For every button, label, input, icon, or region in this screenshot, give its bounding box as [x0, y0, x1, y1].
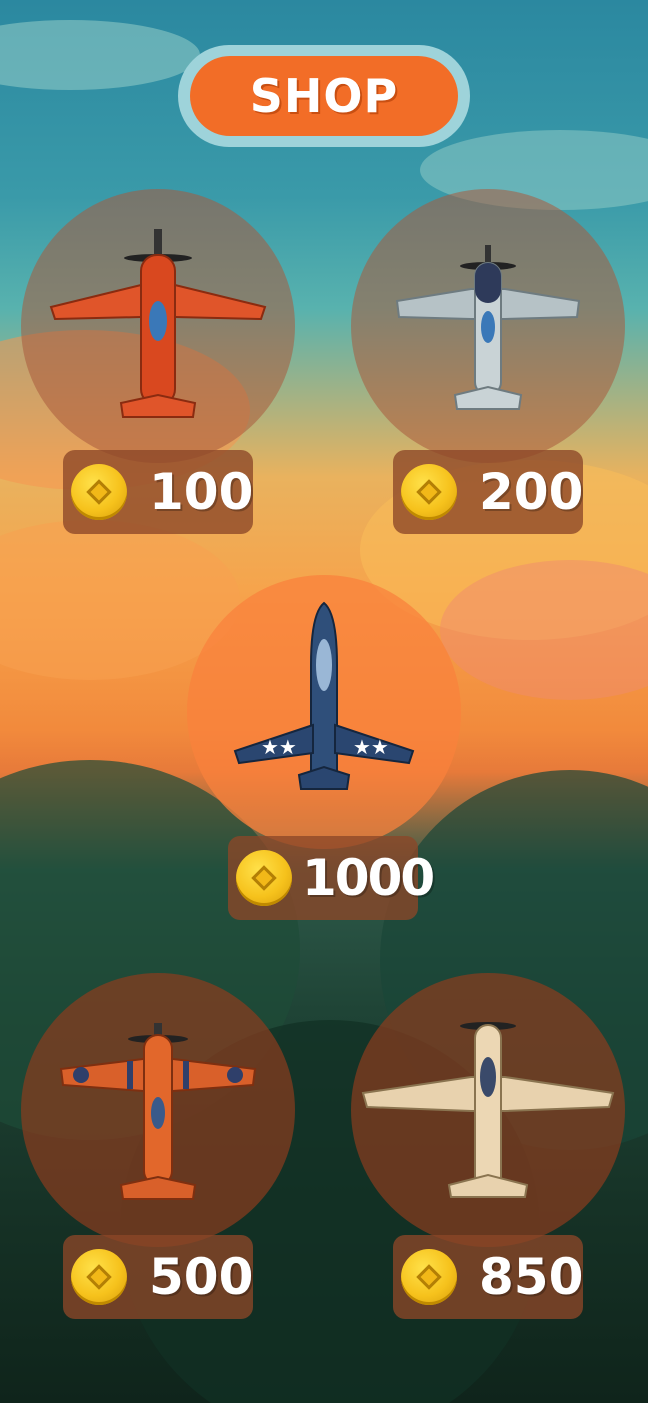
gold-coin-icon [401, 464, 457, 520]
plane-orange-card[interactable] [21, 973, 295, 1247]
price-tag-plane-jet[interactable]: 1000 [228, 836, 435, 920]
plane-silver-card[interactable] [351, 189, 625, 463]
price-amount: 200 [479, 463, 584, 521]
plane-jet-card[interactable]: ★★ ★★ [187, 575, 461, 849]
svg-text:★★: ★★ [353, 735, 389, 759]
plane-cream-card[interactable] [351, 973, 625, 1247]
price-amount: 100 [149, 463, 254, 521]
price-amount: 500 [149, 1248, 254, 1306]
shop-title: SHOP [249, 69, 399, 123]
cloud [0, 20, 200, 90]
price-tag-plane-red[interactable]: 100 [63, 450, 253, 534]
gold-coin-icon [401, 1249, 457, 1305]
gold-coin-icon [236, 850, 292, 906]
cream-propeller-plane-icon [361, 1022, 615, 1198]
shop-title-banner: SHOP [190, 56, 458, 136]
blue-jet-plane-icon: ★★ ★★ [233, 601, 415, 790]
price-tag-plane-silver[interactable]: 200 [393, 450, 583, 534]
svg-text:★★: ★★ [261, 735, 297, 759]
red-propeller-plane-icon [49, 229, 267, 418]
plane-red-card[interactable] [21, 189, 295, 463]
gold-coin-icon [71, 1249, 127, 1305]
price-tag-plane-orange[interactable]: 500 [63, 1235, 253, 1319]
price-tag-plane-cream[interactable]: 850 [393, 1235, 583, 1319]
orange-propeller-plane-icon [59, 1023, 257, 1200]
gold-coin-icon [71, 464, 127, 520]
price-amount: 1000 [302, 849, 435, 907]
silver-propeller-plane-icon [395, 245, 581, 410]
price-amount: 850 [479, 1248, 584, 1306]
